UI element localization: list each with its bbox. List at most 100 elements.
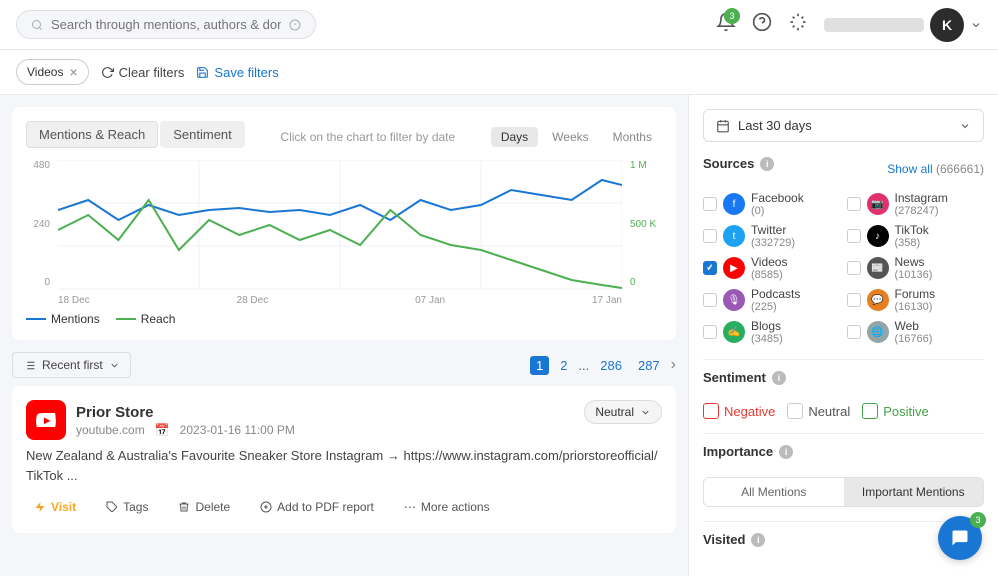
sort-button[interactable]: Recent first: [12, 352, 131, 378]
tab-sentiment[interactable]: Sentiment: [160, 121, 245, 148]
neutral-checkbox[interactable]: [787, 403, 803, 419]
source-tiktok-checkbox[interactable]: [847, 229, 861, 243]
delete-button[interactable]: Delete: [170, 495, 238, 519]
save-filters-button[interactable]: Save filters: [196, 65, 278, 80]
chart-svg[interactable]: [58, 160, 622, 290]
avatar[interactable]: K: [930, 8, 964, 42]
importance-info-icon[interactable]: i: [779, 445, 793, 459]
mention-info: Prior Store youtube.com 📅 2023-01-16 11:…: [76, 404, 295, 437]
date-chevron-icon: [959, 120, 971, 132]
source-blogs: ✍ Blogs (3485): [703, 319, 841, 345]
more-dots: ⋯: [404, 500, 416, 514]
legend-mentions-label: Mentions: [51, 312, 100, 326]
sources-info-icon[interactable]: i: [760, 157, 774, 171]
negative-checkbox[interactable]: [703, 403, 719, 419]
instagram-icon: 📷: [867, 193, 889, 215]
date-range-label: Last 30 days: [738, 118, 812, 133]
source-web-checkbox[interactable]: [847, 325, 861, 339]
x-label-1: 18 Dec: [58, 295, 90, 306]
help-button[interactable]: [752, 12, 772, 37]
tiktok-icon: ♪: [867, 225, 889, 247]
sentiment-negative[interactable]: Negative: [703, 403, 775, 419]
lightning-icon: [34, 501, 46, 513]
page-1[interactable]: 1: [530, 356, 549, 375]
visited-info-icon[interactable]: i: [751, 533, 765, 547]
notif-badge: 3: [724, 8, 740, 24]
mention-card: Prior Store youtube.com 📅 2023-01-16 11:…: [12, 386, 676, 533]
y-right-bot: 0: [630, 277, 662, 288]
mention-date: 2023-01-16 11:00 PM: [180, 423, 295, 437]
source-podcasts: 🎙 Podcasts (225): [703, 287, 841, 313]
source-forums-checkbox[interactable]: [847, 293, 861, 307]
sentiment-positive[interactable]: Positive: [862, 403, 929, 419]
page-287[interactable]: 287: [633, 356, 665, 375]
y-left-bot: 0: [26, 277, 50, 288]
page-ellipsis: ...: [578, 358, 589, 373]
filter-tag-close[interactable]: ×: [69, 64, 77, 80]
divider-1: [703, 359, 984, 360]
sentiment-label: Neutral: [595, 405, 634, 419]
sentiment-neutral[interactable]: Neutral: [787, 403, 850, 419]
sentiment-info-icon[interactable]: i: [772, 371, 786, 385]
list-controls: Recent first 1 2 ... 286 287 ›: [12, 352, 676, 378]
source-twitter: t Twitter (332729): [703, 223, 841, 249]
user-area: K: [824, 8, 982, 42]
filter-tag-videos[interactable]: Videos ×: [16, 59, 89, 85]
mention-title: Prior Store: [76, 404, 295, 421]
sources-grid: f Facebook (0) 📷 Instagram (278247) t: [703, 191, 984, 345]
add-pdf-button[interactable]: Add to PDF report: [252, 495, 382, 519]
calendar-icon: [716, 119, 730, 133]
filter-tag-label: Videos: [27, 65, 63, 79]
page-next-button[interactable]: ›: [671, 356, 676, 374]
chat-bubble[interactable]: 3: [938, 516, 982, 560]
sources-header: Sources i Show all (666661): [703, 156, 984, 181]
importance-title: Importance i: [703, 444, 793, 459]
search-input[interactable]: [51, 17, 281, 32]
chat-badge: 3: [970, 512, 986, 528]
source-twitter-checkbox[interactable]: [703, 229, 717, 243]
notifications-button[interactable]: 3: [716, 12, 736, 37]
more-actions-button[interactable]: ⋯ More actions: [396, 495, 498, 519]
tab-mentions-reach[interactable]: Mentions & Reach: [26, 121, 158, 148]
source-instagram-checkbox[interactable]: [847, 197, 861, 211]
sentiment-badge[interactable]: Neutral: [584, 400, 662, 424]
page-2[interactable]: 2: [555, 356, 572, 375]
period-months-button[interactable]: Months: [603, 127, 662, 147]
source-blogs-checkbox[interactable]: [703, 325, 717, 339]
source-facebook-checkbox[interactable]: [703, 197, 717, 211]
page-286[interactable]: 286: [595, 356, 627, 375]
period-days-button[interactable]: Days: [491, 127, 538, 147]
chevron-down-icon: [970, 19, 982, 31]
pagination: 1 2 ... 286 287 ›: [530, 356, 676, 375]
y-right-mid: 500 K: [630, 219, 662, 230]
source-tiktok: ♪ TikTok (358): [847, 223, 985, 249]
filter-bar: Videos × Clear filters Save filters: [0, 50, 998, 95]
source-podcasts-checkbox[interactable]: [703, 293, 717, 307]
tag-icon: [106, 501, 118, 513]
positive-checkbox[interactable]: [862, 403, 878, 419]
pdf-icon: [260, 501, 272, 513]
source-videos-checkbox[interactable]: ✓: [703, 261, 717, 275]
source-forums: 💬 Forums (16130): [847, 287, 985, 313]
youtube-icon: [26, 400, 66, 440]
sort-chevron-icon: [109, 360, 120, 371]
source-facebook: f Facebook (0): [703, 191, 841, 217]
visit-button[interactable]: Visit: [26, 495, 84, 519]
save-icon: [196, 66, 209, 79]
mention-source: Prior Store youtube.com 📅 2023-01-16 11:…: [26, 400, 295, 440]
plug-button[interactable]: [788, 12, 808, 37]
all-mentions-tab[interactable]: All Mentions: [704, 478, 844, 506]
sentiment-chevron-icon: [640, 407, 651, 418]
mention-text: New Zealand & Australia's Favourite Snea…: [26, 446, 662, 485]
neutral-label: Neutral: [808, 404, 850, 419]
show-all-link[interactable]: Show all (666661): [887, 162, 984, 176]
importance-header: Importance i: [703, 444, 984, 469]
source-news-checkbox[interactable]: [847, 261, 861, 275]
source-instagram: 📷 Instagram (278247): [847, 191, 985, 217]
period-weeks-button[interactable]: Weeks: [542, 127, 598, 147]
clear-filters-button[interactable]: Clear filters: [101, 65, 185, 80]
tags-button[interactable]: Tags: [98, 495, 156, 519]
important-mentions-tab[interactable]: Important Mentions: [844, 478, 984, 506]
search-box[interactable]: [16, 10, 316, 39]
date-dropdown[interactable]: Last 30 days: [703, 109, 984, 142]
